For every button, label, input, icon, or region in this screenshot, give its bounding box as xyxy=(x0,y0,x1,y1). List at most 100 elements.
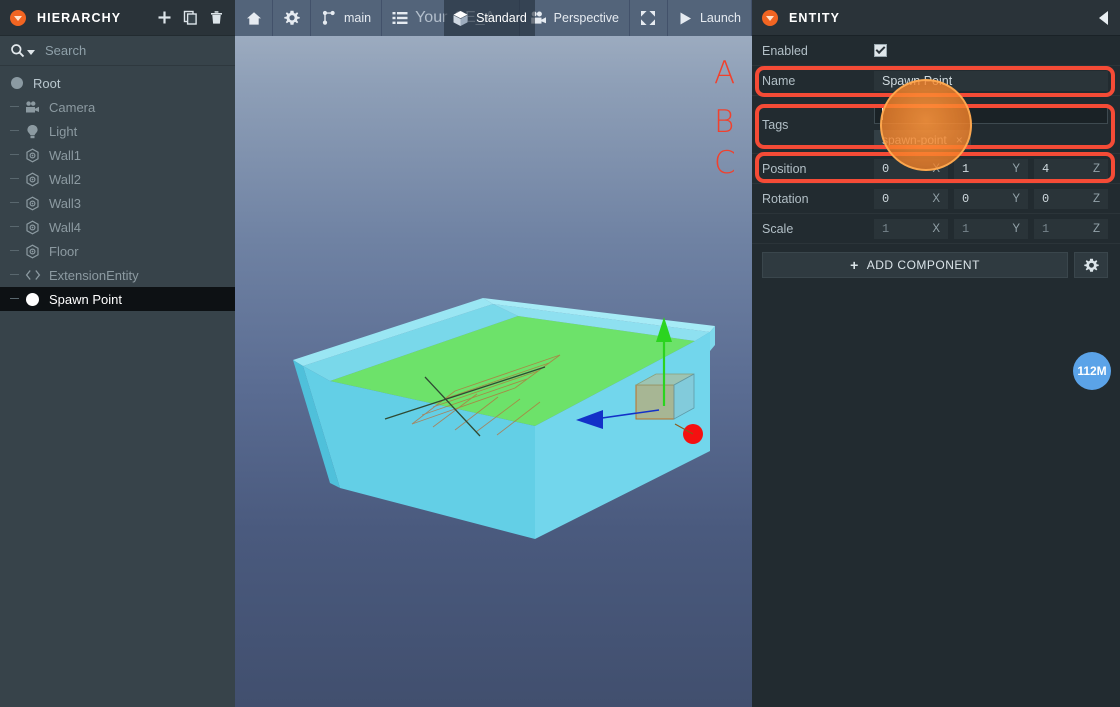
name-row: Name Spawn Point xyxy=(752,66,1120,96)
rotation-x-input[interactable]: 0 X xyxy=(874,188,948,209)
value: 0 xyxy=(962,191,970,206)
axis-label: Y xyxy=(1012,162,1020,175)
add-component-label: ADD COMPONENT xyxy=(866,258,980,272)
tree-item-label: Spawn Point xyxy=(49,291,122,307)
tree-item-wall2[interactable]: Wall2 xyxy=(0,167,235,191)
fullscreen-button[interactable] xyxy=(630,0,668,36)
trash-icon xyxy=(210,11,222,24)
rotation-vector: 0 X 0 Y 0 Z xyxy=(874,188,1108,209)
axis-label: X xyxy=(932,222,940,235)
enabled-label: Enabled xyxy=(762,43,808,58)
hierarchy-panel: HIERARCHY Search Root Camera Light Wall1… xyxy=(0,0,235,707)
axis-label: Z xyxy=(1092,192,1100,205)
text-caret xyxy=(882,108,883,120)
axis-label: X xyxy=(932,192,940,205)
rotation-label: Rotation xyxy=(762,191,809,206)
branch-icon xyxy=(322,10,335,25)
plus-icon: + xyxy=(850,257,859,273)
home-icon xyxy=(246,11,261,25)
duplicate-entity-button[interactable] xyxy=(177,5,203,31)
name-input[interactable]: Spawn Point xyxy=(874,70,1108,91)
component-settings-button[interactable] xyxy=(1074,252,1108,278)
value: 4 xyxy=(1042,161,1050,176)
launch-label: Launch xyxy=(699,11,741,25)
hierarchy-title: HIERARCHY xyxy=(37,10,122,25)
tree-item-camera[interactable]: Camera xyxy=(0,95,235,119)
entity-panel: ENTITY Enabled Name Spawn Point Tags spa… xyxy=(752,0,1120,707)
position-z-input[interactable]: 4 Z xyxy=(1034,158,1108,179)
tree-item-spawn-point[interactable]: Spawn Point xyxy=(0,287,235,311)
search-icon xyxy=(11,44,25,58)
branch-button[interactable]: main xyxy=(311,0,383,36)
model-icon xyxy=(24,195,41,212)
scene-settings-button[interactable] xyxy=(273,0,311,36)
delete-entity-button[interactable] xyxy=(203,5,229,31)
name-label: Name xyxy=(762,73,796,88)
value: 1 xyxy=(882,221,890,236)
annotation-letter-b: B xyxy=(714,104,735,140)
tree-item-wall1[interactable]: Wall1 xyxy=(0,143,235,167)
position-row: Position 0 X 1 Y 4 Z xyxy=(752,154,1120,184)
script-code-icon xyxy=(24,267,41,284)
search-placeholder: Search xyxy=(45,43,87,58)
tag-chip-spawn-point[interactable]: spawn-point × xyxy=(874,130,971,150)
value: 1 xyxy=(1042,221,1050,236)
launch-button[interactable]: Launch xyxy=(668,0,752,36)
viewport-toolbar: main Your SE_A Standard xyxy=(235,0,752,36)
camera-icon xyxy=(24,99,41,116)
render-mode-label: Standard xyxy=(476,11,527,25)
position-y-input[interactable]: 1 Y xyxy=(954,158,1028,179)
status-badge: 112M xyxy=(1073,352,1111,390)
tree-item-root[interactable]: Root xyxy=(0,71,235,95)
rotation-y-input[interactable]: 0 Y xyxy=(954,188,1028,209)
model-icon xyxy=(24,147,41,164)
camera-label: Perspective xyxy=(553,11,619,25)
scene-name-label: Your xyxy=(415,9,448,26)
scale-vector: 1 X 1 Y 1 Z xyxy=(874,218,1108,239)
tree-item-wall4[interactable]: Wall4 xyxy=(0,215,235,239)
position-label: Position xyxy=(762,161,807,176)
search-input[interactable]: Search xyxy=(0,36,235,66)
tree-item-label: Wall3 xyxy=(49,195,82,211)
tree-item-label: Light xyxy=(49,123,78,139)
tree-item-extensionentity[interactable]: ExtensionEntity xyxy=(0,263,235,287)
scale-y-input[interactable]: 1 Y xyxy=(954,218,1028,239)
tags-input[interactable] xyxy=(874,104,1108,124)
sphere-white-icon xyxy=(24,291,41,308)
caret-down-icon[interactable] xyxy=(27,50,35,55)
camera-selector[interactable]: Perspective xyxy=(520,0,630,36)
tree-item-label: Wall4 xyxy=(49,219,82,235)
add-component-button[interactable]: + ADD COMPONENT xyxy=(762,252,1068,278)
fullscreen-icon xyxy=(641,11,656,25)
x-icon[interactable]: × xyxy=(956,133,963,147)
enabled-checkbox[interactable] xyxy=(874,44,887,57)
tree-item-light[interactable]: Light xyxy=(0,119,235,143)
annotation-letter-a: A xyxy=(714,55,736,91)
position-x-input[interactable]: 0 X xyxy=(874,158,948,179)
sphere-icon xyxy=(8,75,25,92)
value: 0 xyxy=(882,161,890,176)
viewport-panel[interactable]: main Your SE_A Standard xyxy=(235,0,752,707)
scene-selector[interactable]: Your SE_A Standard xyxy=(382,0,535,36)
axis-label: X xyxy=(932,162,940,175)
add-component-row: + ADD COMPONENT xyxy=(752,244,1120,278)
3d-scene[interactable] xyxy=(235,36,752,707)
model-icon xyxy=(24,219,41,236)
tree-item-floor[interactable]: Floor xyxy=(0,239,235,263)
value: 1 xyxy=(962,221,970,236)
model-icon xyxy=(24,243,41,260)
axis-label: Y xyxy=(1012,192,1020,205)
collapse-left-arrow-icon[interactable] xyxy=(1099,10,1108,25)
rotation-z-input[interactable]: 0 Z xyxy=(1034,188,1108,209)
plus-icon xyxy=(158,11,170,24)
value: 0 xyxy=(882,191,890,206)
scale-z-input[interactable]: 1 Z xyxy=(1034,218,1108,239)
render-mode-overlay[interactable]: Standard xyxy=(444,0,535,36)
tree-item-label: Wall1 xyxy=(49,147,82,163)
add-entity-button[interactable] xyxy=(151,5,177,31)
scale-x-input[interactable]: 1 X xyxy=(874,218,948,239)
tree-item-wall3[interactable]: Wall3 xyxy=(0,191,235,215)
playcanvas-editor-window: HIERARCHY Search Root Camera Light Wall1… xyxy=(0,0,1120,707)
play-icon xyxy=(680,12,691,24)
home-button[interactable] xyxy=(235,0,273,36)
